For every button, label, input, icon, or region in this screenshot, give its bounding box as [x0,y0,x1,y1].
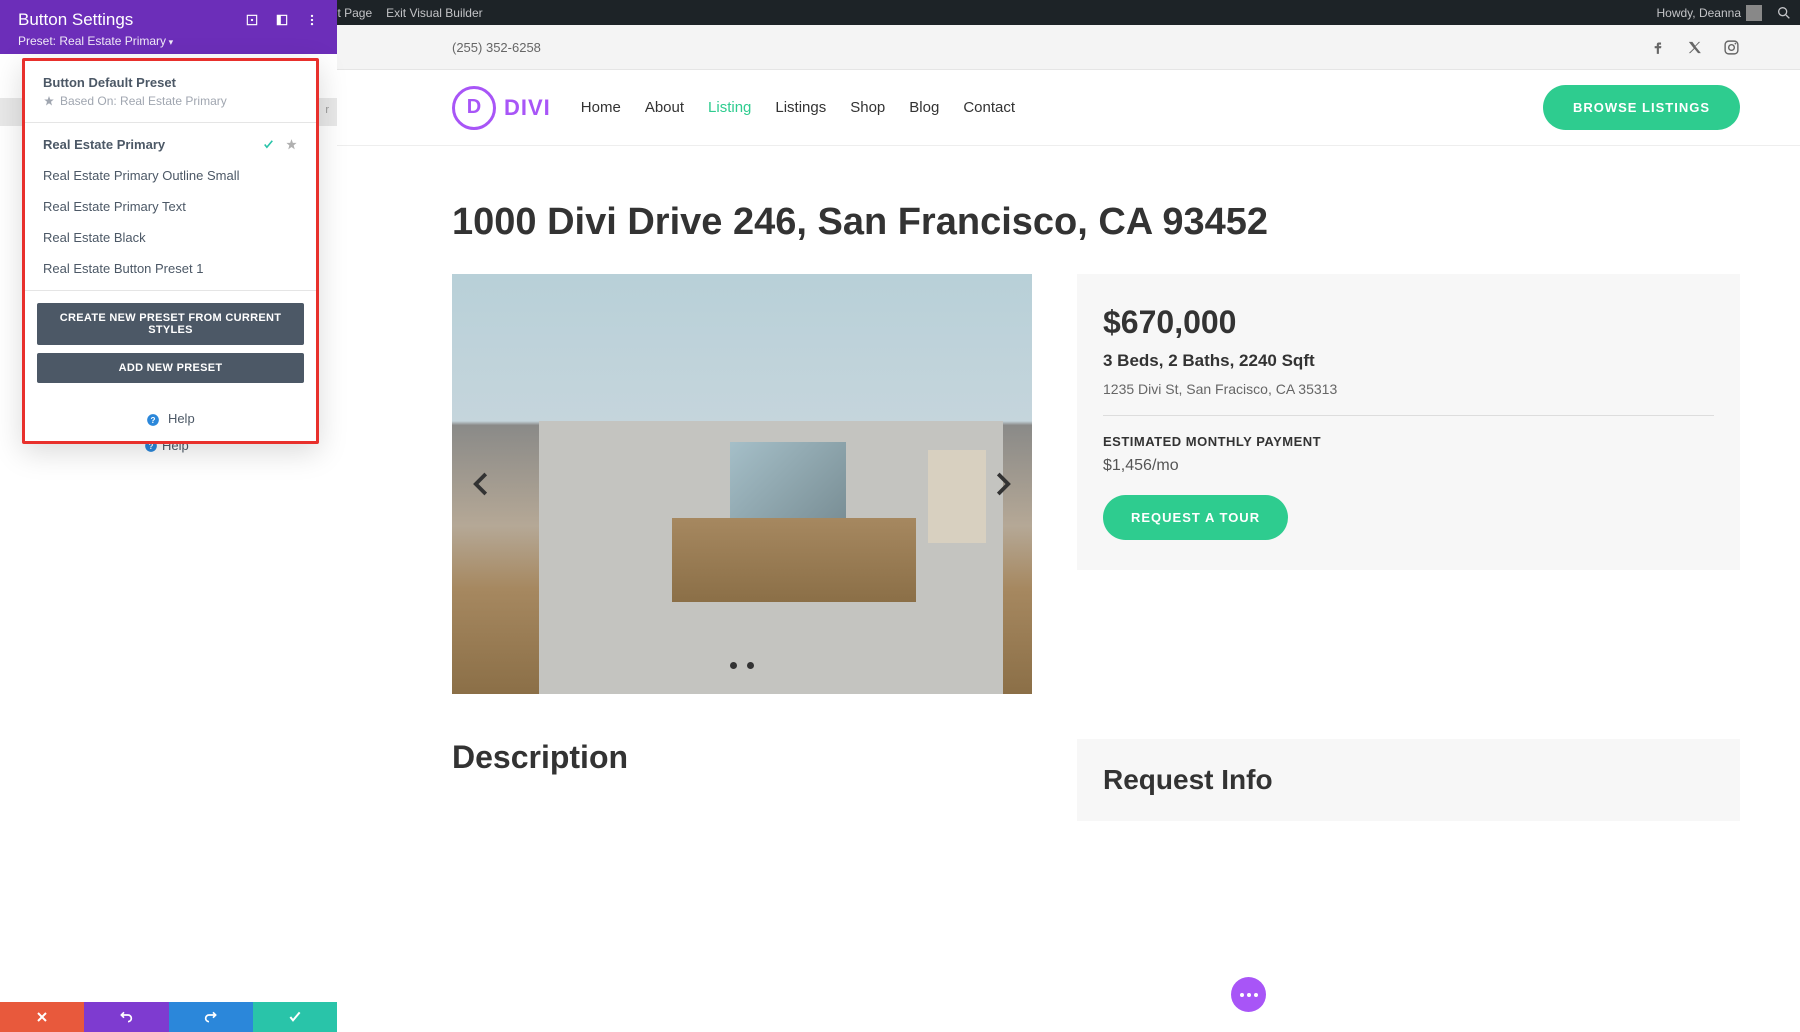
logo[interactable]: D DIVI [452,86,551,130]
nav-about[interactable]: About [645,99,684,116]
main-nav: D DIVI Home About Listing Listings Shop … [337,70,1800,146]
help-link[interactable]: ? Help [25,403,316,441]
image-gallery [452,274,1032,694]
settings-title: Button Settings [18,10,133,30]
settings-footer [0,1002,337,1032]
page-preview: (255) 352-6258 D DIVI Home About Listing… [337,25,1800,1032]
listing-title: 1000 Divi Drive 246, San Francisco, CA 9… [337,146,1800,274]
nav-home[interactable]: Home [581,99,621,116]
phone-number: (255) 352-6258 [452,40,541,55]
gallery-dots[interactable] [730,662,754,669]
preset-selector[interactable]: Preset: Real Estate Primary [18,34,319,48]
nav-contact[interactable]: Contact [963,99,1015,116]
undo-button[interactable] [84,1002,168,1032]
request-info-heading: Request Info [1103,764,1714,796]
top-bar: (255) 352-6258 [337,25,1800,70]
exit-visual-builder[interactable]: Exit Visual Builder [386,6,483,20]
nav-shop[interactable]: Shop [850,99,885,116]
estimate-label: ESTIMATED MONTHLY PAYMENT [1103,434,1714,449]
check-icon [262,138,275,151]
search-icon[interactable] [1776,5,1792,21]
facebook-icon[interactable] [1649,39,1666,56]
gallery-image [452,274,1032,694]
request-info-card: Request Info [1077,739,1740,821]
preset-item-1[interactable]: Real Estate Primary Outline Small [25,160,316,191]
gallery-next-button[interactable] [987,469,1017,499]
preset-item-2[interactable]: Real Estate Primary Text [25,191,316,222]
module-options-fab[interactable] [1231,977,1266,1012]
add-preset-button[interactable]: ADD NEW PRESET [37,353,304,383]
more-icon[interactable] [305,13,319,27]
specs: 3 Beds, 2 Baths, 2240 Sqft [1103,351,1714,371]
svg-text:?: ? [151,415,156,424]
create-preset-button[interactable]: CREATE NEW PRESET FROM CURRENT STYLES [37,303,304,345]
star-icon [285,138,298,151]
star-icon [43,95,55,107]
preset-item-4[interactable]: Real Estate Button Preset 1 [25,253,316,284]
instagram-icon[interactable] [1723,39,1740,56]
nav-blog[interactable]: Blog [909,99,939,116]
browse-listings-button[interactable]: BROWSE LISTINGS [1543,85,1740,130]
preset-item-0[interactable]: Real Estate Primary [25,129,316,160]
button-settings-panel: Button Settings Preset: Real Estate Prim… [0,0,337,54]
description-heading: Description [452,739,1032,821]
howdy-user[interactable]: Howdy, Deanna [1657,5,1763,21]
preset-dropdown: Button Default Preset Based On: Real Est… [22,58,319,444]
preset-item-3[interactable]: Real Estate Black [25,222,316,253]
save-button[interactable] [253,1002,337,1032]
address: 1235 Divi St, San Fracisco, CA 35313 [1103,381,1714,416]
filter-input[interactable]: r [325,104,329,116]
nav-listing[interactable]: Listing [708,99,751,116]
based-on-label: Based On: Real Estate Primary [43,94,298,108]
estimate-value: $1,456/mo [1103,457,1714,475]
price: $670,000 [1103,304,1714,341]
snap-icon[interactable] [245,13,259,27]
nav-listings[interactable]: Listings [775,99,826,116]
cancel-button[interactable] [0,1002,84,1032]
x-icon[interactable] [1686,39,1703,56]
gallery-prev-button[interactable] [467,469,497,499]
dock-icon[interactable] [275,13,289,27]
listing-info-card: $670,000 3 Beds, 2 Baths, 2240 Sqft 1235… [1077,274,1740,570]
redo-button[interactable] [169,1002,253,1032]
default-preset-title[interactable]: Button Default Preset [43,75,298,90]
request-tour-button[interactable]: REQUEST A TOUR [1103,495,1288,540]
